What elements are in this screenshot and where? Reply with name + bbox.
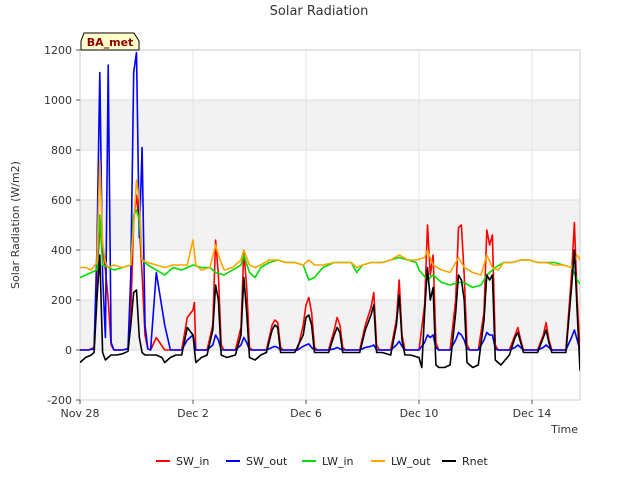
y-axis-label: Solar Radiation (W/m2): [9, 161, 22, 289]
y-tick-label: 200: [51, 294, 72, 307]
legend-label: SW_out: [246, 455, 288, 468]
y-axis-ticks: -200 0 200 400 600 800 1000 1200: [44, 44, 80, 407]
solar-radiation-chart: -200 0 200 400 600 800 1000 1200 Nov 28 Dec 2 Dec…: [9, 4, 581, 468]
y-tick-label: 0: [65, 344, 72, 357]
y-tick-label: -200: [47, 394, 72, 407]
grid-band: [80, 200, 580, 250]
legend-label: LW_out: [391, 455, 431, 468]
x-tick-label: Dec 10: [400, 407, 439, 420]
x-axis-ticks: Nov 28 Dec 2 Dec 6 Dec 10 Dec 14: [61, 400, 552, 420]
x-tick-label: Nov 28: [61, 407, 100, 420]
y-tick-label: 1200: [44, 44, 72, 57]
x-tick-label: Dec 14: [513, 407, 552, 420]
legend-label: Rnet: [462, 455, 488, 468]
legend-label: LW_in: [322, 455, 354, 468]
y-tick-label: 1000: [44, 94, 72, 107]
x-tick-label: Dec 6: [290, 407, 322, 420]
badge-label: BA_met: [87, 36, 134, 49]
y-tick-label: 800: [51, 144, 72, 157]
x-axis-label: Time: [550, 423, 578, 436]
grid-bands: [80, 100, 580, 350]
chart-title: Solar Radiation: [270, 4, 369, 19]
grid-band: [80, 100, 580, 150]
y-tick-label: 600: [51, 194, 72, 207]
x-tick-label: Dec 2: [177, 407, 209, 420]
legend-label: SW_in: [176, 455, 209, 468]
y-tick-label: 400: [51, 244, 72, 257]
legend: SW_in SW_out LW_in LW_out Rnet: [156, 455, 488, 468]
station-badge: BA_met: [80, 32, 140, 51]
